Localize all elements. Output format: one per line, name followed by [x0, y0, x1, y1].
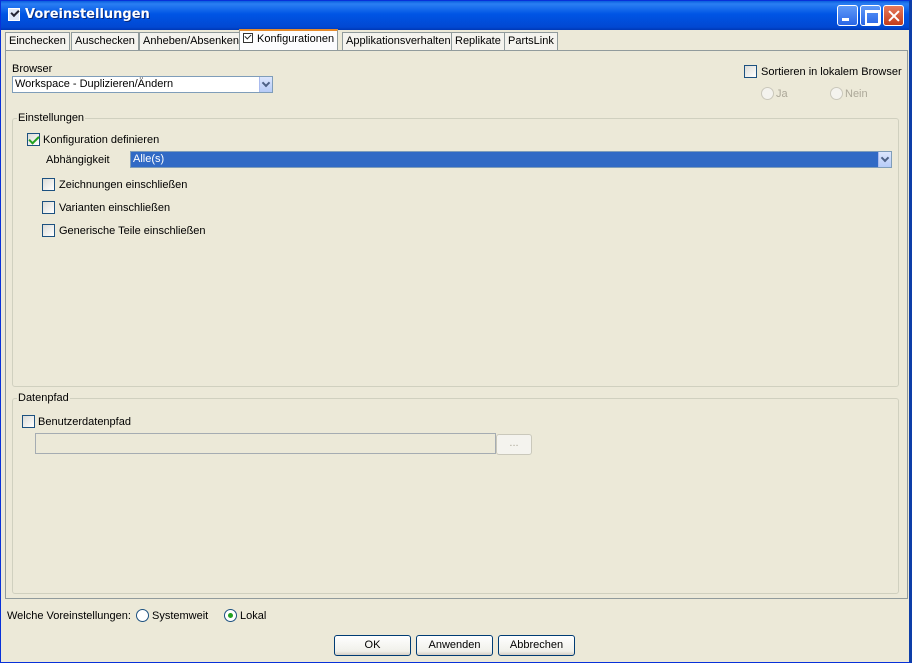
- user-datapath-input[interactable]: [35, 433, 496, 454]
- cancel-button[interactable]: Abbrechen: [498, 635, 575, 656]
- tab-konfigurationen[interactable]: Konfigurationen: [239, 29, 339, 50]
- sort-yes-radio[interactable]: [761, 87, 774, 100]
- browser-select-value: Workspace - Duplizieren/Ändern: [15, 78, 174, 90]
- scope-label: Welche Voreinstellungen:: [7, 610, 131, 622]
- sort-yes-label: Ja: [776, 88, 788, 100]
- tab-einchecken[interactable]: Einchecken: [5, 32, 70, 50]
- checklist-icon: [243, 33, 253, 43]
- scope-local-radio[interactable]: [224, 609, 237, 622]
- tab-label: Applikationsverhalten: [346, 35, 451, 47]
- tab-label: Auschecken: [75, 35, 135, 47]
- window-title: Voreinstellungen: [25, 7, 150, 22]
- dependency-select[interactable]: Alle(s): [130, 151, 892, 168]
- sort-local-label: Sortieren in lokalem Browser: [761, 66, 902, 78]
- define-config-label: Konfiguration definieren: [43, 134, 160, 146]
- include-variants-label: Varianten einschließen: [59, 202, 171, 214]
- maximize-button[interactable]: [860, 5, 881, 26]
- include-generic-parts-label: Generische Teile einschließen: [59, 225, 206, 237]
- scope-system-label: Systemweit: [152, 610, 209, 622]
- user-datapath-label: Benutzerdatenpfad: [38, 416, 131, 428]
- tab-label: PartsLink: [508, 35, 554, 47]
- ok-button[interactable]: OK: [334, 635, 411, 656]
- preferences-window: Voreinstellungen Einchecken Auschecken A…: [0, 0, 912, 663]
- tab-auschecken[interactable]: Auschecken: [71, 32, 139, 50]
- scope-system-radio[interactable]: [136, 609, 149, 622]
- browser-select[interactable]: Workspace - Duplizieren/Ändern: [12, 76, 273, 93]
- datapath-group: Datenpfad Benutzerdatenpfad ...: [12, 392, 899, 594]
- define-config-checkbox[interactable]: [27, 133, 40, 146]
- settings-group: Einstellungen Konfiguration definieren A…: [12, 112, 899, 387]
- tab-label: Anheben/Absenken: [143, 35, 240, 47]
- minimize-button[interactable]: [837, 5, 858, 26]
- user-datapath-checkbox[interactable]: [22, 415, 35, 428]
- datapath-group-title: Datenpfad: [17, 392, 70, 404]
- tab-label: Einchecken: [9, 35, 66, 47]
- tab-replikate[interactable]: Replikate: [451, 32, 505, 50]
- tab-label: Konfigurationen: [257, 33, 335, 45]
- settings-group-title: Einstellungen: [17, 112, 86, 124]
- tab-applikationsverhalten[interactable]: Applikationsverhalten: [342, 32, 455, 50]
- close-button[interactable]: [883, 5, 904, 26]
- include-drawings-checkbox[interactable]: [42, 178, 55, 191]
- tab-anheben-absenken[interactable]: Anheben/Absenken: [139, 32, 244, 50]
- chevron-down-icon[interactable]: [259, 77, 272, 92]
- title-bar[interactable]: Voreinstellungen: [1, 1, 909, 30]
- window-app-icon: [8, 8, 20, 21]
- sort-local-checkbox[interactable]: [744, 65, 757, 78]
- include-generic-parts-checkbox[interactable]: [42, 224, 55, 237]
- sort-no-label: Nein: [845, 88, 868, 100]
- include-variants-checkbox[interactable]: [42, 201, 55, 214]
- include-drawings-label: Zeichnungen einschließen: [59, 179, 188, 191]
- chevron-down-icon[interactable]: [878, 152, 891, 167]
- dependency-label: Abhängigkeit: [46, 154, 110, 166]
- apply-button[interactable]: Anwenden: [416, 635, 493, 656]
- tab-partslink[interactable]: PartsLink: [504, 32, 558, 50]
- sort-no-radio[interactable]: [830, 87, 843, 100]
- tab-panel-konfigurationen: Browser Workspace - Duplizieren/Ändern S…: [5, 50, 908, 599]
- browse-button[interactable]: ...: [496, 434, 532, 455]
- scope-local-label: Lokal: [240, 610, 267, 622]
- dependency-select-value: Alle(s): [133, 153, 165, 165]
- tab-label: Replikate: [455, 35, 501, 47]
- browser-label: Browser: [12, 63, 53, 75]
